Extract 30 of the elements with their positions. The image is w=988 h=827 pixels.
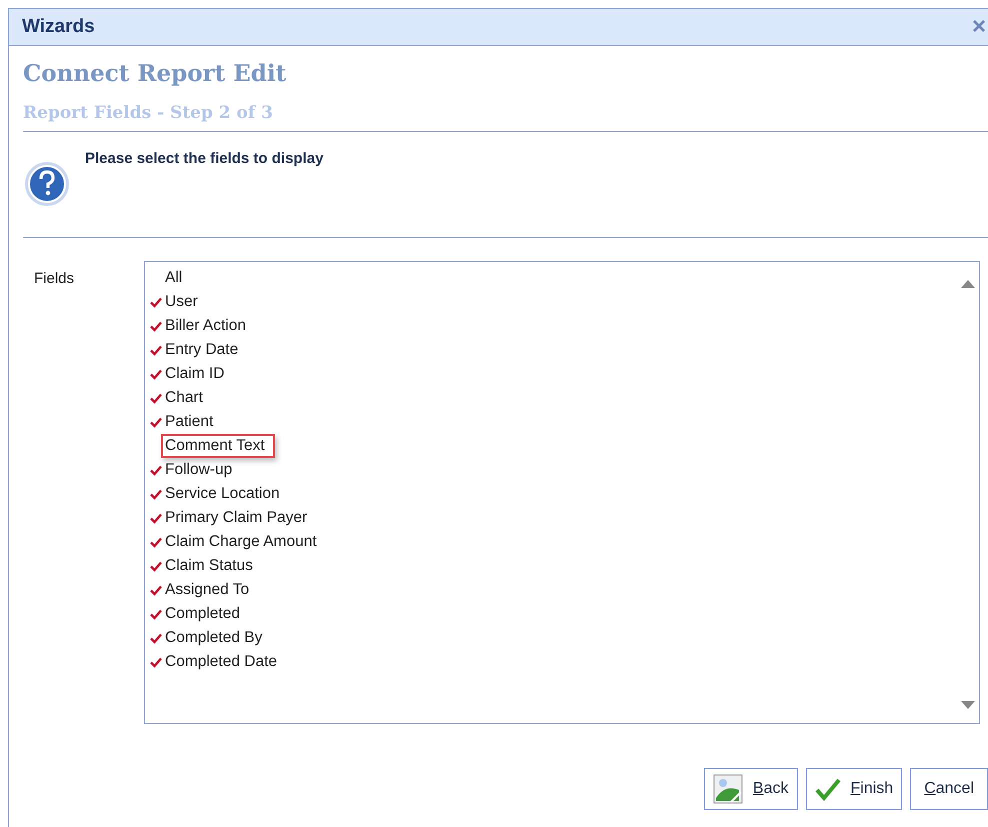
cancel-button[interactable]: Cancel bbox=[910, 768, 988, 810]
field-item[interactable]: Claim Status bbox=[161, 554, 263, 578]
field-item[interactable]: Claim Charge Amount bbox=[161, 530, 327, 554]
field-item[interactable]: Follow-up bbox=[161, 458, 242, 482]
fields-label: Fields bbox=[33, 269, 76, 287]
window-title: Wizards bbox=[22, 16, 95, 38]
field-item[interactable]: User bbox=[161, 290, 208, 314]
field-item[interactable]: All bbox=[161, 266, 192, 290]
field-item[interactable]: Completed bbox=[161, 602, 250, 626]
field-item[interactable]: Assigned To bbox=[161, 578, 260, 602]
dialog-heading: Connect Report Edit bbox=[23, 60, 288, 87]
field-item[interactable]: Completed Date bbox=[161, 650, 288, 674]
instruction-text: Please select the fields to display bbox=[85, 150, 324, 167]
field-item[interactable]: Patient bbox=[161, 410, 224, 434]
scroll-down-icon[interactable] bbox=[961, 701, 975, 709]
scroll-up-icon[interactable] bbox=[961, 280, 975, 288]
field-item[interactable]: Chart bbox=[161, 386, 213, 410]
field-item[interactable]: Entry Date bbox=[161, 338, 248, 362]
step-title: Report Fields - Step 2 of 3 bbox=[23, 103, 274, 123]
field-item[interactable]: Completed By bbox=[161, 626, 272, 650]
finish-button[interactable]: Finish bbox=[806, 768, 902, 810]
field-item[interactable]: Biller Action bbox=[161, 314, 256, 338]
help-icon bbox=[23, 160, 71, 208]
field-item[interactable]: Claim ID bbox=[161, 362, 234, 386]
field-item[interactable]: Service Location bbox=[161, 482, 290, 506]
back-button[interactable]: Back bbox=[704, 768, 798, 810]
field-item[interactable]: Comment Text bbox=[161, 434, 275, 458]
field-item[interactable]: Primary Claim Payer bbox=[161, 506, 318, 530]
broken-image-icon bbox=[712, 774, 743, 804]
checkmark-icon bbox=[814, 777, 840, 801]
